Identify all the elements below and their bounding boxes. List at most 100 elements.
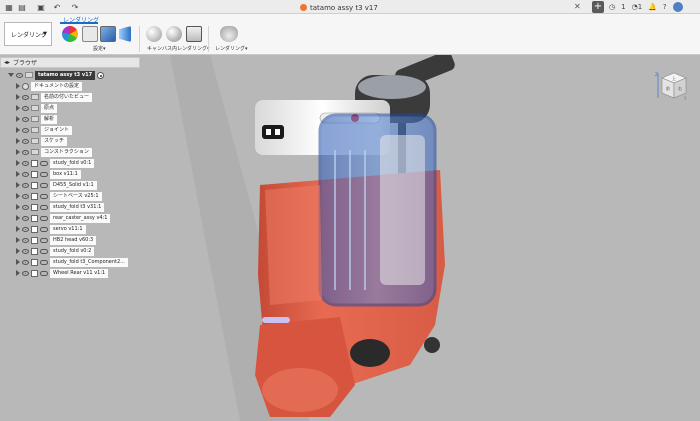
visibility-eye-icon[interactable] (22, 94, 29, 100)
tree-item-label: 名前の付いたビュー (41, 92, 93, 102)
activate-radio[interactable] (97, 71, 105, 79)
document-tab[interactable]: tatamo assy t3 v17 (300, 3, 378, 12)
tree-item[interactable]: 原点 (16, 103, 58, 113)
tree-item[interactable]: D455_Solid v1:1 (16, 180, 97, 190)
expand-toggle-icon[interactable] (16, 193, 20, 199)
expand-toggle-icon[interactable] (8, 73, 14, 77)
expand-toggle-icon[interactable] (16, 204, 20, 210)
visibility-eye-icon[interactable] (22, 160, 29, 166)
link-icon (40, 259, 48, 265)
notification-counter[interactable]: ◔1 (632, 3, 643, 11)
model-viewport[interactable] (170, 55, 470, 421)
save-icon[interactable]: ▣ (36, 2, 46, 12)
expand-toggle-icon[interactable] (16, 127, 20, 133)
visibility-eye-icon[interactable] (22, 237, 29, 243)
expand-toggle-icon[interactable] (16, 259, 20, 265)
workspace-switcher[interactable]: レンダリング ▼ (4, 22, 52, 46)
setup-group-label[interactable]: 設定▾ (93, 45, 106, 52)
component-icon (31, 225, 38, 233)
expand-toggle-icon[interactable] (16, 138, 20, 144)
visibility-eye-icon[interactable] (22, 215, 29, 221)
expand-toggle-icon[interactable] (16, 226, 20, 232)
tree-item[interactable]: 名前の付いたビュー (16, 92, 93, 102)
visibility-eye-icon[interactable] (22, 116, 29, 122)
expand-toggle-icon[interactable] (16, 215, 20, 221)
head-cap (358, 75, 426, 99)
new-tab-button[interactable]: + (592, 1, 604, 13)
redo-icon[interactable]: ↷ (70, 2, 80, 12)
appearance-icon[interactable] (62, 26, 78, 42)
expand-toggle-icon[interactable] (16, 237, 20, 243)
expand-toggle-icon[interactable] (16, 116, 20, 122)
visibility-eye-icon[interactable] (22, 182, 29, 188)
tree-item[interactable]: シートベース v25:1 (16, 191, 102, 201)
in-canvas-render-icon[interactable] (146, 26, 162, 42)
visibility-eye-icon[interactable] (22, 127, 29, 133)
render-teapot-icon[interactable] (220, 26, 238, 42)
tree-item[interactable]: ジョイント (16, 125, 73, 135)
browser-panel-header[interactable]: ◂▸ ブラウザ (0, 57, 140, 68)
tree-root[interactable]: tatamo assy t3 v17 (8, 70, 105, 80)
visibility-eye-icon[interactable] (22, 105, 29, 111)
visibility-eye-icon[interactable] (22, 138, 29, 144)
tree-item[interactable]: rear_caster_assy v4:1 (16, 213, 111, 223)
tree-item[interactable]: study_fold t3 v31:1 (16, 202, 105, 212)
undo-icon[interactable]: ↶ (52, 2, 62, 12)
texture-map-icon[interactable] (100, 26, 116, 42)
visibility-eye-icon[interactable] (22, 226, 29, 232)
bell-icon[interactable]: 🔔 (648, 3, 657, 11)
scene-settings-icon[interactable] (82, 26, 98, 42)
sensor-eye-right (275, 129, 280, 135)
job-counter[interactable]: 1 (621, 3, 625, 11)
expand-toggle-icon[interactable] (16, 94, 20, 100)
clock-icon[interactable]: ◷ (609, 3, 615, 11)
visibility-eye-icon[interactable] (22, 193, 29, 199)
visibility-eye-icon[interactable] (22, 270, 29, 276)
folder-icon (31, 105, 39, 111)
visibility-eye-icon[interactable] (22, 204, 29, 210)
file-icon[interactable]: ▤ (17, 2, 27, 12)
tree-item[interactable]: study_fold v0:1 (16, 158, 95, 168)
visibility-eye-icon[interactable] (22, 259, 29, 265)
expand-toggle-icon[interactable] (16, 248, 20, 254)
expand-toggle-icon[interactable] (16, 105, 20, 111)
capture-image-icon[interactable] (186, 26, 202, 42)
expand-toggle-icon[interactable] (16, 182, 20, 188)
tree-item[interactable]: study_fold t3_Component2... (16, 257, 128, 267)
grid-icon[interactable]: ▦ (4, 2, 14, 12)
expand-toggle-icon[interactable] (16, 171, 20, 177)
expand-toggle-icon[interactable] (16, 149, 20, 155)
viewcube-front-label: 前 (666, 85, 670, 91)
collapse-panel-icon[interactable]: ◂▸ (4, 59, 10, 66)
canvas-render-group-label[interactable]: キャンバス内レンダリング▾ (147, 45, 210, 52)
browser-title: ブラウザ (13, 60, 38, 67)
view-cube[interactable]: 上 前 右 Z Y (654, 70, 688, 102)
expand-toggle-icon[interactable] (16, 160, 20, 166)
tree-item-label: D455_Solid v1:1 (50, 180, 97, 190)
component-icon (31, 247, 38, 255)
tree-item-label: servo v11:1 (50, 224, 86, 234)
render-settings-icon[interactable] (166, 26, 182, 42)
tree-item-label: study_fold v0:1 (50, 158, 95, 168)
close-tab-icon[interactable]: ✕ (574, 2, 581, 11)
decal-icon[interactable] (119, 26, 131, 42)
render-group-label[interactable]: レンダリング▾ (215, 45, 248, 52)
help-icon[interactable]: ? (663, 3, 667, 11)
expand-toggle-icon[interactable] (16, 83, 20, 89)
tree-item[interactable]: 解析 (16, 114, 58, 124)
tree-item[interactable]: スケッチ (16, 136, 68, 146)
tree-item-label: 原点 (41, 103, 58, 113)
visibility-eye-icon[interactable] (22, 149, 29, 155)
tree-item[interactable]: ドキュメントの設定 (16, 81, 83, 91)
visibility-eye-icon[interactable] (22, 248, 29, 254)
tree-item[interactable]: Wheel Rear v11 v1:1 (16, 268, 109, 278)
visibility-eye-icon[interactable] (16, 72, 23, 78)
visibility-eye-icon[interactable] (22, 171, 29, 177)
tree-item[interactable]: study_fold v0:2 (16, 246, 95, 256)
tree-item[interactable]: box v11:1 (16, 169, 81, 179)
tree-item[interactable]: HB2 head v60:3 (16, 235, 97, 245)
tree-item[interactable]: コンストラクション (16, 147, 92, 157)
avatar[interactable] (672, 2, 683, 12)
expand-toggle-icon[interactable] (16, 270, 20, 276)
tree-item[interactable]: servo v11:1 (16, 224, 86, 234)
